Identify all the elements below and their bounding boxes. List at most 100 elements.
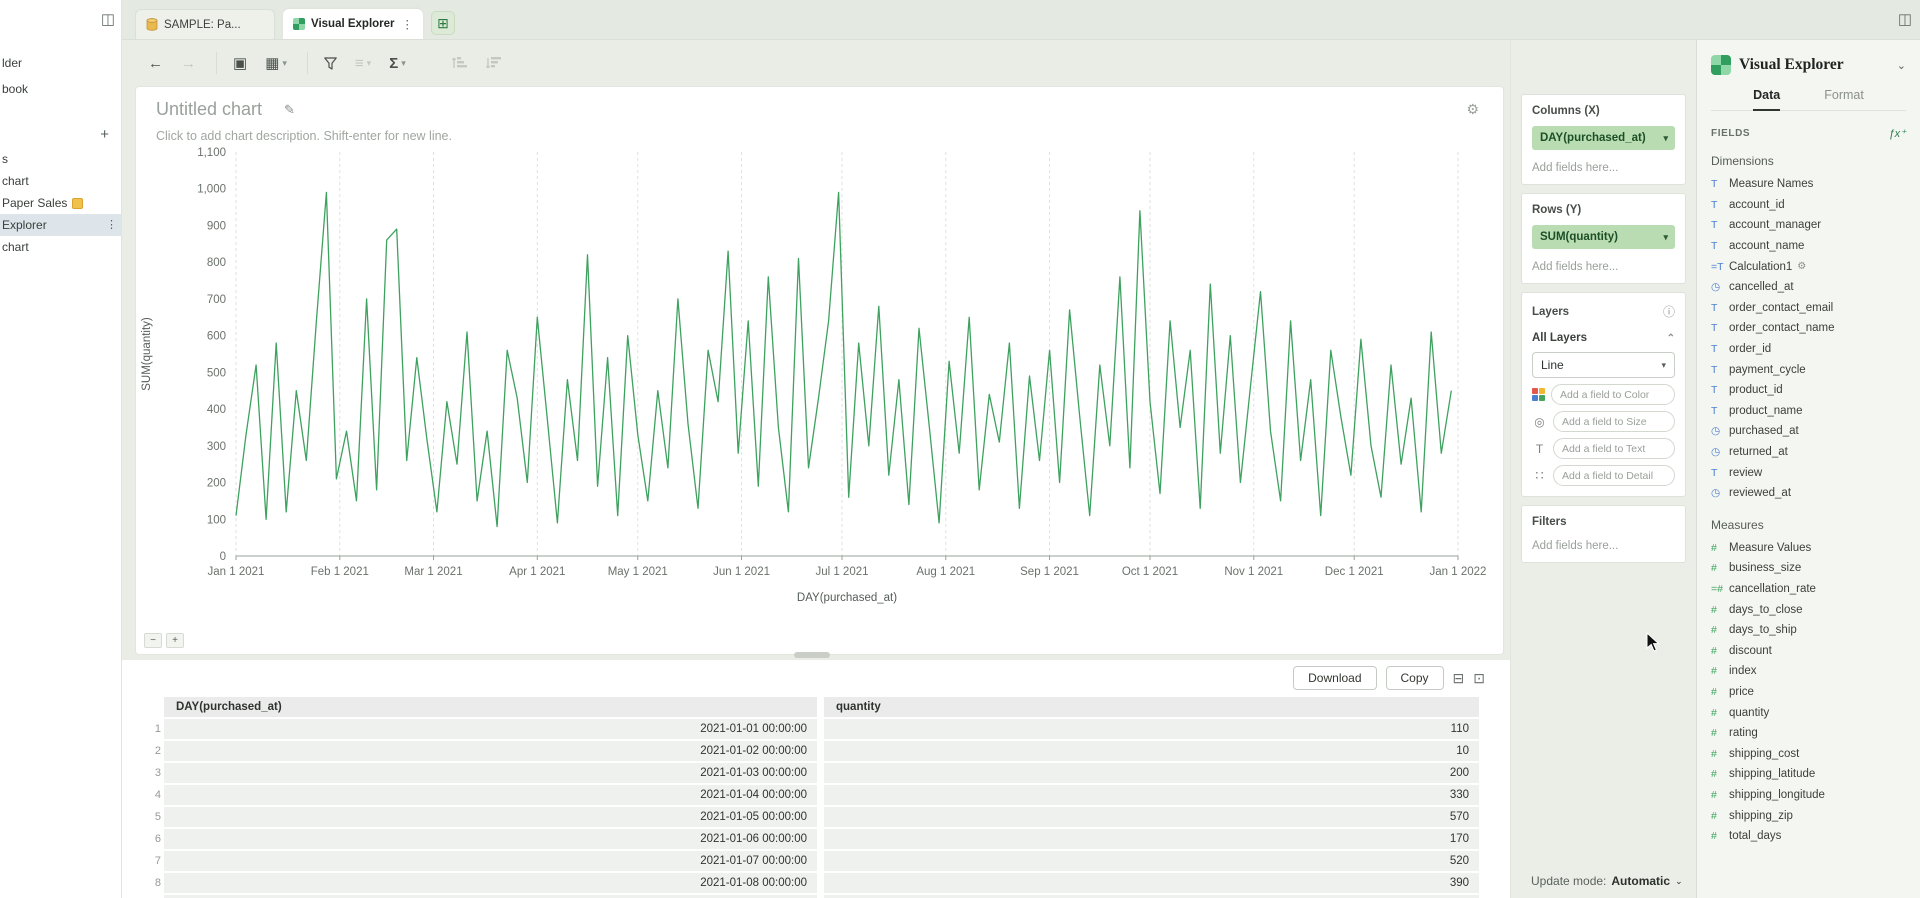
- sort-ascending-button[interactable]: [452, 56, 468, 70]
- size-drop-icon: ◎: [1532, 415, 1547, 429]
- field-total-days[interactable]: #total_days: [1711, 826, 1906, 847]
- tab-menu-icon[interactable]: ⋮: [402, 17, 414, 31]
- date-options-button[interactable]: ▦▾: [265, 54, 287, 72]
- collapse-sidebar-icon[interactable]: ◫: [101, 10, 115, 28]
- field-account-id[interactable]: Taccount_id: [1711, 195, 1906, 216]
- minimize-results-icon[interactable]: ⊟: [1453, 670, 1465, 687]
- sidebar-item-chart[interactable]: chart: [0, 170, 121, 192]
- field-shipping-latitude[interactable]: #shipping_latitude: [1711, 764, 1906, 785]
- field-shipping-cost[interactable]: #shipping_cost: [1711, 743, 1906, 764]
- field-product-id[interactable]: Tproduct_id: [1711, 380, 1906, 401]
- x-tick-label: Jan 1 2021: [208, 566, 265, 578]
- new-tab-button[interactable]: ⊞: [431, 11, 455, 35]
- field-account-manager[interactable]: Taccount_manager: [1711, 215, 1906, 236]
- x-tick-label: May 1 2021: [608, 566, 668, 578]
- field-purchased-at[interactable]: ◷purchased_at: [1711, 421, 1906, 442]
- rows-label: Rows (Y): [1532, 204, 1675, 216]
- tab-format[interactable]: Format: [1824, 88, 1864, 110]
- field-cancellation-rate[interactable]: =#cancellation_rate: [1711, 579, 1906, 600]
- field-quantity[interactable]: #quantity: [1711, 702, 1906, 723]
- field-days-to-ship[interactable]: #days_to_ship: [1711, 620, 1906, 641]
- new-calculation-icon[interactable]: ƒx⁺: [1889, 127, 1906, 140]
- table-row[interactable]: 62021-01-06 00:00:00170: [135, 828, 1510, 849]
- field-order-id[interactable]: Torder_id: [1711, 339, 1906, 360]
- aggregate-button[interactable]: Σ▾: [389, 55, 406, 72]
- column-header-quantity[interactable]: quantity: [824, 697, 1479, 717]
- chart-settings-icon[interactable]: ⚙: [1466, 101, 1479, 118]
- x-tick-label: Jul 1 2021: [815, 566, 868, 578]
- add-report-button[interactable]: +: [100, 126, 109, 143]
- expand-results-icon[interactable]: ⊡: [1473, 670, 1485, 687]
- field-returned-at[interactable]: ◷returned_at: [1711, 442, 1906, 463]
- sidebar-item-paper-sales[interactable]: Paper Sales: [0, 192, 121, 214]
- field-payment-cycle[interactable]: Tpayment_cycle: [1711, 359, 1906, 380]
- gear-icon[interactable]: ⚙: [1797, 261, 1806, 272]
- add-field-text-input[interactable]: Add a field to Text: [1553, 438, 1675, 459]
- field-measure-values[interactable]: #Measure Values: [1711, 538, 1906, 559]
- chevron-up-icon[interactable]: ⌃: [1667, 333, 1675, 344]
- edit-title-icon[interactable]: ✎: [284, 102, 295, 118]
- sort-descending-button[interactable]: [486, 56, 502, 70]
- sidebar-tree-item[interactable]: book: [0, 76, 121, 102]
- field-review[interactable]: Treview: [1711, 462, 1906, 483]
- swap-visualization-button[interactable]: ▣: [233, 54, 247, 72]
- app-menu-chevron-icon[interactable]: ⌄: [1897, 59, 1906, 72]
- field-order-contact-email[interactable]: Torder_contact_email: [1711, 298, 1906, 319]
- kebab-menu-icon[interactable]: ⋮: [106, 214, 117, 236]
- collapse-right-panel-icon[interactable]: ◫: [1898, 10, 1912, 28]
- levels-button[interactable]: ≡▾: [355, 55, 371, 72]
- download-button[interactable]: Download: [1293, 666, 1376, 690]
- add-field-detail-input[interactable]: Add a field to Detail: [1553, 465, 1675, 486]
- table-row[interactable]: 92021-01-09 00:00:00100: [135, 894, 1510, 898]
- columns-add-fields[interactable]: Add fields here...: [1532, 162, 1675, 174]
- sidebar-tree-item[interactable]: lder: [0, 50, 121, 76]
- field-measure-names[interactable]: TMeasure Names: [1711, 174, 1906, 195]
- table-row[interactable]: 12021-01-01 00:00:00110: [135, 718, 1510, 739]
- filter-funnel-button[interactable]: [324, 57, 337, 70]
- tab-visual-explorer[interactable]: Visual Explorer ⋮: [283, 9, 423, 39]
- field-index[interactable]: #index: [1711, 661, 1906, 682]
- table-row[interactable]: 42021-01-04 00:00:00330: [135, 784, 1510, 805]
- update-mode-select[interactable]: Automatic: [1611, 874, 1670, 888]
- zoom-in-button[interactable]: +: [166, 633, 184, 648]
- add-field-color-input[interactable]: Add a field to Color: [1551, 384, 1675, 405]
- zoom-out-button[interactable]: −: [144, 633, 162, 648]
- table-row[interactable]: 22021-01-02 00:00:0010: [135, 740, 1510, 761]
- add-field-size-input[interactable]: Add a field to Size: [1553, 411, 1675, 432]
- field-days-to-close[interactable]: #days_to_close: [1711, 599, 1906, 620]
- tab-data[interactable]: Data: [1753, 88, 1780, 111]
- date-grid-icon: ▦: [265, 54, 279, 72]
- chart-title[interactable]: Untitled chart: [156, 99, 262, 120]
- field-reviewed-at[interactable]: ◷reviewed_at: [1711, 483, 1906, 504]
- copy-button[interactable]: Copy: [1386, 666, 1444, 690]
- table-row[interactable]: 82021-01-08 00:00:00390: [135, 872, 1510, 893]
- back-button[interactable]: ←: [148, 55, 163, 72]
- sidebar-item-s[interactable]: s: [0, 148, 121, 170]
- rows-pill[interactable]: SUM(quantity)▾: [1532, 225, 1675, 249]
- forward-button[interactable]: →: [181, 55, 196, 72]
- field-product-name[interactable]: Tproduct_name: [1711, 401, 1906, 422]
- filters-add-fields[interactable]: Add fields here...: [1532, 540, 1675, 552]
- table-row[interactable]: 32021-01-03 00:00:00200: [135, 762, 1510, 783]
- table-row[interactable]: 52021-01-05 00:00:00570: [135, 806, 1510, 827]
- column-header-date[interactable]: DAY(purchased_at): [164, 697, 817, 717]
- info-icon[interactable]: ⓘ: [1663, 303, 1675, 320]
- field-business-size[interactable]: #business_size: [1711, 558, 1906, 579]
- field-price[interactable]: #price: [1711, 682, 1906, 703]
- table-row[interactable]: 72021-01-07 00:00:00520: [135, 850, 1510, 871]
- field-account-name[interactable]: Taccount_name: [1711, 236, 1906, 257]
- sidebar-item-explorer[interactable]: Explorer⋮: [0, 214, 121, 236]
- field-shipping-longitude[interactable]: #shipping_longitude: [1711, 785, 1906, 806]
- columns-pill[interactable]: DAY(purchased_at)▾: [1532, 126, 1675, 150]
- field-shipping-zip[interactable]: #shipping_zip: [1711, 805, 1906, 826]
- rows-add-fields[interactable]: Add fields here...: [1532, 261, 1675, 273]
- field-discount[interactable]: #discount: [1711, 640, 1906, 661]
- sidebar-item-chart[interactable]: chart: [0, 236, 121, 258]
- resize-handle[interactable]: [794, 652, 830, 658]
- field-calculation1[interactable]: =TCalculation1⚙: [1711, 256, 1906, 277]
- field-cancelled-at[interactable]: ◷cancelled_at: [1711, 277, 1906, 298]
- tab-dataset[interactable]: SAMPLE: Pa...: [135, 9, 275, 39]
- field-order-contact-name[interactable]: Torder_contact_name: [1711, 318, 1906, 339]
- field-rating[interactable]: #rating: [1711, 723, 1906, 744]
- mark-type-select[interactable]: Line▾: [1532, 352, 1675, 378]
